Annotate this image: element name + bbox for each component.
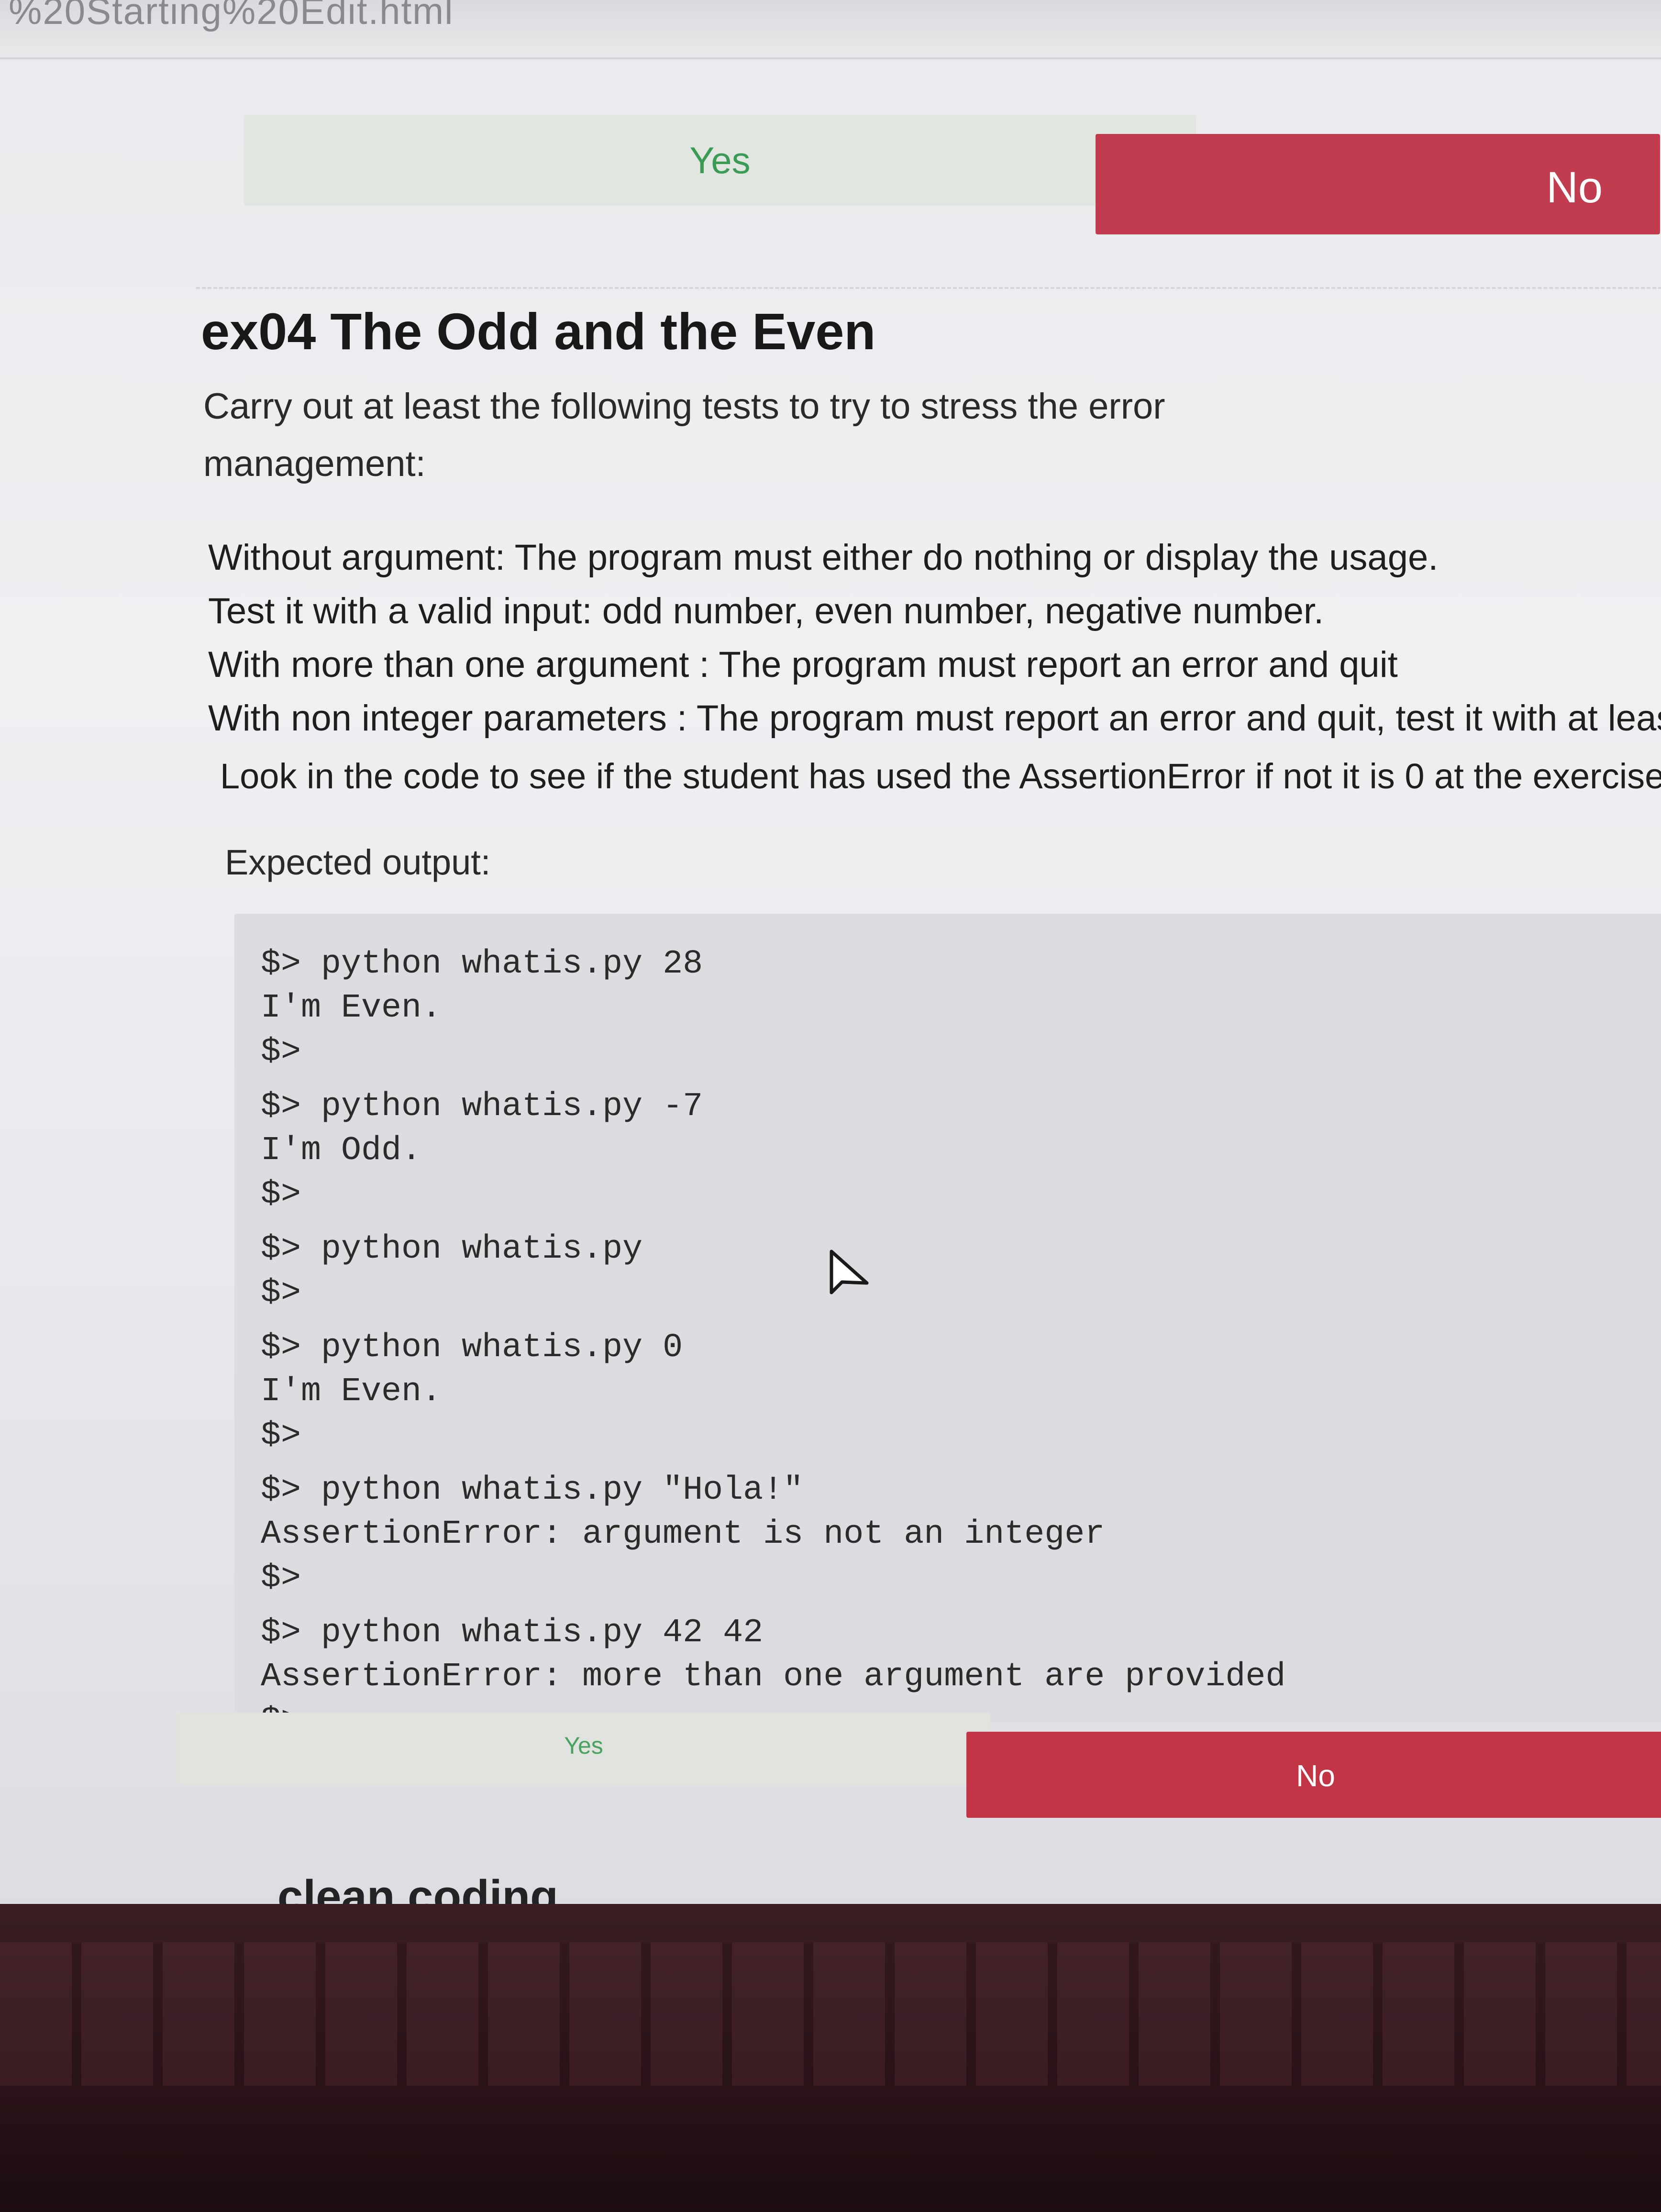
code-line: $>	[261, 1274, 301, 1312]
code-line: $>	[261, 1417, 301, 1455]
code-line: I'm Even.	[261, 989, 442, 1027]
url-text[interactable]: %20Starting%20Edit.html	[9, 0, 454, 33]
code-spacer	[261, 1074, 1285, 1085]
keyboard-area	[0, 1942, 1661, 2086]
code-line: $> python whatis.py -7	[261, 1088, 703, 1126]
rule-no-argument: Without argument: The program must eithe…	[208, 537, 1439, 578]
code-line: $> python whatis.py 0	[261, 1329, 683, 1367]
code-spacer	[261, 1458, 1285, 1469]
code-line: $>	[261, 1559, 301, 1597]
code-line: I'm Odd.	[261, 1132, 422, 1170]
yes-label: Yes	[564, 1732, 603, 1759]
code-line: AssertionError: more than one argument a…	[261, 1658, 1286, 1696]
no-label: No	[1546, 163, 1603, 212]
section-divider	[196, 287, 1661, 289]
code-line: AssertionError: argument is not an integ…	[261, 1515, 1105, 1553]
mouse-pointer-icon	[830, 1250, 869, 1294]
code-block: $> python whatis.py 28 I'm Even. $> $> p…	[234, 914, 1661, 1740]
code-spacer	[261, 1316, 1285, 1326]
code-spacer	[261, 1601, 1285, 1611]
yes-label: Yes	[689, 139, 751, 181]
test-rules-list: Without argument: The program must eithe…	[208, 531, 1661, 745]
expected-output-label: Expected output:	[225, 842, 491, 882]
code-line: $> python whatis.py 28	[261, 945, 703, 983]
code-spacer	[261, 1217, 1285, 1228]
browser-viewport: %20Starting%20Edit.html Yes No ex04 The …	[0, 0, 1661, 1913]
top-choice-row: Yes No	[124, 86, 1660, 234]
code-line: $> python whatis.py 42 42	[261, 1614, 764, 1652]
rule-valid-input: Test it with a valid input: odd number, …	[208, 591, 1324, 631]
assertion-note: Look in the code to see if the student h…	[220, 756, 1661, 796]
page-content: Yes No ex04 The Odd and the Even Carry o…	[124, 86, 1661, 1740]
no-button[interactable]: No	[1096, 134, 1660, 234]
code-line: $>	[261, 1033, 301, 1071]
yes-button[interactable]: Yes	[244, 115, 1196, 206]
code-line: I'm Even.	[261, 1373, 442, 1411]
code-line: $>	[261, 1176, 301, 1214]
no-button[interactable]: No	[966, 1732, 1661, 1818]
code-lines: $> python whatis.py 28 I'm Even. $> $> p…	[261, 942, 1285, 1743]
yes-button[interactable]: Yes	[177, 1713, 990, 1784]
rule-multiple-arguments: With more than one argument : The progra…	[208, 644, 1398, 685]
exercise-intro: Carry out at least the following tests t…	[203, 386, 1165, 484]
rule-non-integer: With non integer parameters : The progra…	[208, 698, 1661, 739]
browser-toolbar: %20Starting%20Edit.html	[0, 0, 1661, 59]
code-line: $> python whatis.py	[261, 1230, 643, 1268]
no-label: No	[1296, 1759, 1335, 1793]
exercise-title: ex04 The Odd and the Even	[201, 302, 876, 360]
bottom-choice-row: Yes No	[177, 1713, 1661, 1837]
code-line: $> python whatis.py "Hola!"	[261, 1471, 804, 1509]
